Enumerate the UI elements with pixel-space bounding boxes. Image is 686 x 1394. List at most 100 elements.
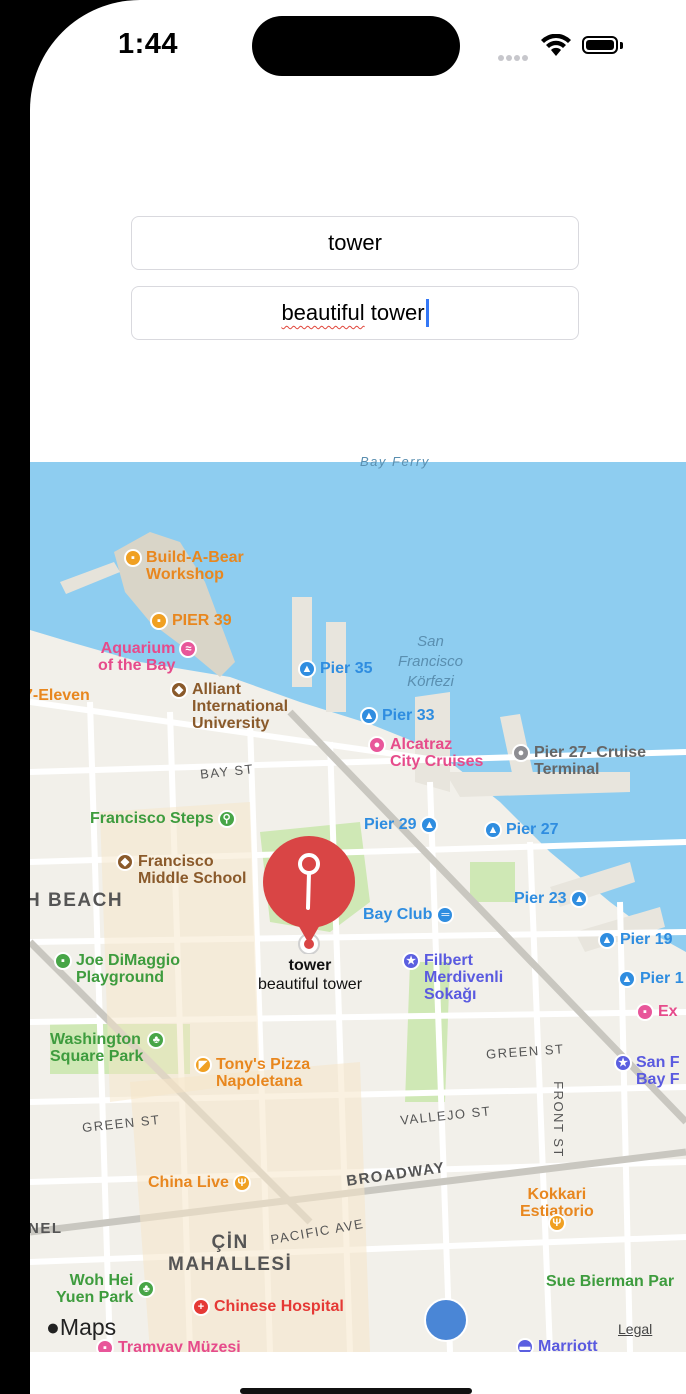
- dynamic-island: [252, 16, 460, 76]
- poi-label: Tony's Pizza Napoletana: [216, 1056, 311, 1090]
- poi-francisco-middle-school[interactable]: ◆ Francisco Middle School: [116, 853, 246, 887]
- device-frame: 1:44 tower beautiful tower San Francisco…: [0, 0, 686, 1394]
- poi-label: Pier 27: [506, 821, 559, 838]
- poi-label: Alcatraz City Cruises: [390, 736, 484, 770]
- attraction-icon: ●: [368, 736, 386, 754]
- title-input[interactable]: tower: [131, 216, 579, 270]
- wifi-icon: [540, 33, 572, 58]
- fork-knife-icon: Ψ: [232, 1174, 251, 1192]
- poi-chinese-hospital[interactable]: + Chinese Hospital: [192, 1298, 344, 1316]
- poi-kokkari-estiatorio[interactable]: Kokkari Estiatorio Ψ: [520, 1186, 594, 1232]
- fork-knife-icon: Ψ: [547, 1214, 566, 1232]
- poi-pier-23[interactable]: Pier 23 ▲: [514, 890, 589, 908]
- poi-label: San F Bay F: [636, 1054, 680, 1088]
- fitness-icon: ═: [436, 906, 455, 924]
- poi-label: Woh Hei Yuen Park: [56, 1272, 134, 1306]
- park-icon: ▪: [54, 952, 72, 970]
- poi-pier-35[interactable]: ▲ Pier 35: [298, 660, 372, 678]
- subtitle-input-value: beautiful tower: [281, 300, 425, 325]
- pin-callout: tower beautiful tower: [210, 956, 410, 994]
- poi-francisco-steps[interactable]: Francisco Steps ⚲: [90, 810, 236, 828]
- museum-icon: ▪: [636, 1003, 654, 1021]
- poi-label: Ex: [658, 1003, 678, 1020]
- map-view[interactable]: San Francisco Körfezi Bay Ferry ▪ Build-A…: [30, 454, 686, 1357]
- street-front-st: FRONT ST: [550, 1081, 566, 1158]
- sail-icon: ▲: [598, 931, 616, 949]
- shopping-icon: ▪: [150, 612, 168, 630]
- tree-icon: ♣: [137, 1280, 156, 1298]
- poi-label: Aquarium of the Bay: [98, 640, 176, 674]
- poi-alliant-university[interactable]: ◆ Alliant International University: [170, 681, 288, 732]
- poi-aquarium-of-the-bay[interactable]: Aquarium of the Bay ≈: [98, 640, 198, 674]
- sail-icon: ▲: [484, 821, 502, 839]
- hiking-icon: ⚲: [217, 810, 236, 828]
- text-caret: [425, 299, 429, 327]
- poi-tonys-pizza-napoletana[interactable]: ◤ Tony's Pizza Napoletana: [194, 1056, 310, 1090]
- cellular-signal-icon: [498, 48, 532, 61]
- poi-pier-39[interactable]: ▪ PIER 39: [150, 612, 232, 630]
- poi-woh-hei-yuen-park[interactable]: Woh Hei Yuen Park ♣: [56, 1272, 156, 1306]
- sail-icon: ▲: [360, 707, 378, 725]
- sail-icon: ▲: [420, 816, 439, 834]
- poi-label: Bay Club: [363, 906, 433, 923]
- battery-icon: [582, 36, 626, 56]
- poi-pier-33[interactable]: ▲ Pier 33: [360, 707, 434, 725]
- subtitle-input[interactable]: beautiful tower: [131, 286, 579, 340]
- poi-pier-29[interactable]: Pier 29 ▲: [364, 816, 439, 834]
- poi-pier-partial[interactable]: ▲ Pier 1: [618, 970, 684, 988]
- poi-label: Pier 1: [640, 970, 684, 987]
- poi-exploratorium[interactable]: ▪ Ex: [636, 1003, 678, 1021]
- pizza-icon: ◤: [194, 1056, 212, 1074]
- maps-logo-text: Maps: [59, 1314, 117, 1340]
- map-pin-marker[interactable]: [263, 836, 355, 954]
- poi-pier-27-cruise-terminal[interactable]: ● Pier 27- Cruise Terminal: [512, 744, 646, 778]
- poi-label: Washington Square Park: [50, 1031, 144, 1065]
- street-nel: NEL: [30, 1220, 63, 1237]
- sail-icon: ▲: [298, 660, 316, 678]
- poi-filbert-merdivenli-sokagi[interactable]: ★ Filbert Merdivenli Sokağı: [402, 952, 503, 1003]
- poi-label: Pier 19: [620, 931, 673, 948]
- school-icon: ◆: [170, 681, 188, 699]
- terminal-icon: ●: [512, 744, 530, 762]
- pin-subtitle: beautiful tower: [257, 976, 363, 993]
- poi-label: Francisco Steps: [90, 810, 214, 827]
- poi-seven-eleven[interactable]: 7-Eleven: [30, 687, 90, 704]
- app-screen: 1:44 tower beautiful tower San Francisco…: [30, 0, 686, 1394]
- poi-build-a-bear-workshop[interactable]: ▪ Build-A-Bear Workshop: [124, 549, 244, 583]
- poi-label: 7-Eleven: [30, 687, 90, 704]
- poi-label: Pier 23: [514, 890, 567, 907]
- poi-china-live[interactable]: China Live Ψ: [148, 1174, 251, 1192]
- poi-label: Alliant International University: [192, 681, 289, 732]
- poi-label: Pier 33: [382, 707, 435, 724]
- poi-joe-dimaggio-playground[interactable]: ▪ Joe DiMaggio Playground: [54, 952, 180, 986]
- ferry-label: Bay Ferry: [360, 454, 430, 469]
- poi-label: Build-A-Bear Workshop: [146, 549, 244, 583]
- map-pin-icon: [263, 836, 355, 954]
- water-label-sf-bay: San Francisco Körfezi: [398, 632, 463, 692]
- apple-icon: ●: [46, 1314, 60, 1340]
- poi-label: PIER 39: [172, 612, 232, 629]
- sail-icon: ▲: [618, 970, 636, 988]
- poi-alcatraz-city-cruises[interactable]: ● Alcatraz City Cruises: [368, 736, 483, 770]
- poi-san-francisco-bay[interactable]: ★ San F Bay F: [614, 1054, 680, 1088]
- poi-pier-27[interactable]: ▲ Pier 27: [484, 821, 558, 839]
- district-north-beach: H BEACH: [30, 890, 124, 911]
- poi-washington-square-park[interactable]: Washington Square Park ♣: [50, 1031, 166, 1065]
- water-label-text: San Francisco Körfezi: [398, 633, 464, 690]
- district-chinatown: ÇİN MAHALLESİ: [168, 1232, 293, 1275]
- status-time: 1:44: [118, 28, 179, 60]
- poi-label: Pier 35: [320, 660, 373, 677]
- poi-label: Francisco Middle School: [138, 853, 247, 887]
- poi-label: Joe DiMaggio Playground: [76, 952, 181, 986]
- poi-label: Filbert Merdivenli Sokağı: [424, 952, 504, 1003]
- poi-sue-bierman-park[interactable]: Sue Bierman Par: [546, 1273, 674, 1290]
- sail-icon: ▲: [570, 890, 589, 908]
- transamerica-landmark-icon[interactable]: [424, 1298, 468, 1342]
- poi-bay-club[interactable]: Bay Club ═: [363, 906, 455, 924]
- poi-pier-19[interactable]: ▲ Pier 19: [598, 931, 672, 949]
- home-indicator[interactable]: [240, 1388, 472, 1394]
- poi-label: Sue Bierman Par: [546, 1273, 675, 1290]
- legal-link[interactable]: Legal: [618, 1321, 652, 1337]
- fish-icon: ≈: [179, 640, 198, 658]
- tree-icon: ♣: [147, 1031, 166, 1049]
